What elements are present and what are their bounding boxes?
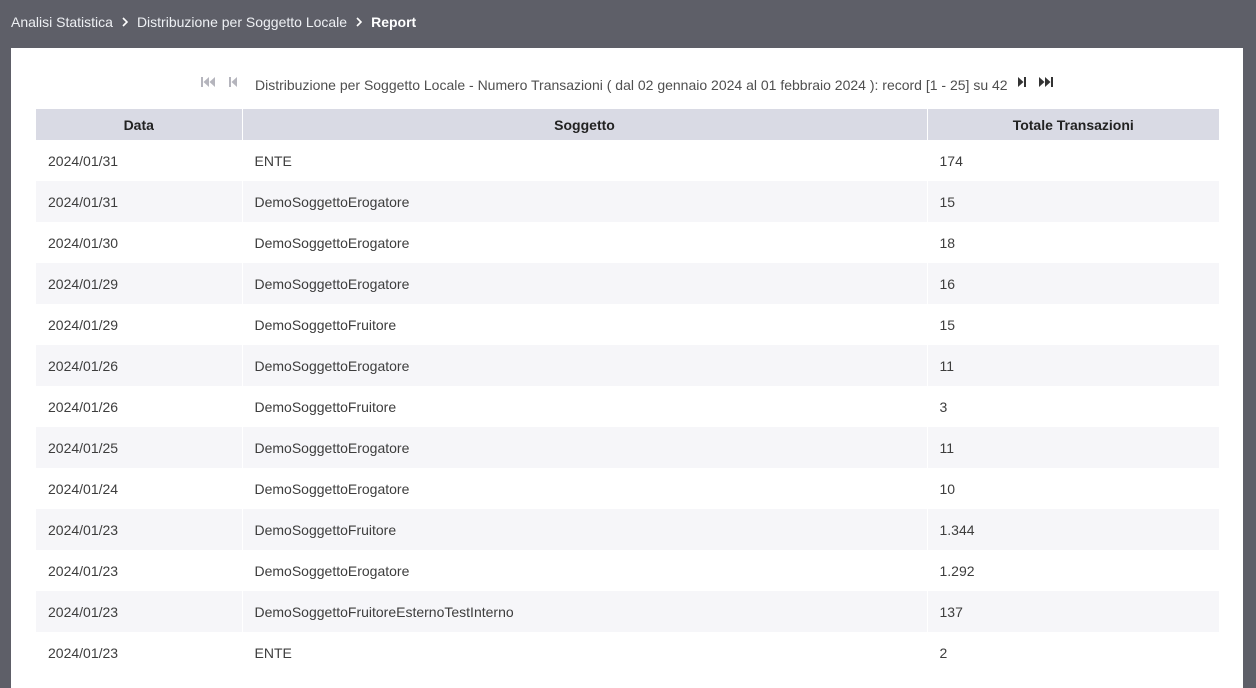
cell-totale-transazioni: 15	[926, 304, 1219, 345]
breadcrumb-current: Report	[371, 14, 417, 30]
cell-totale-transazioni: 16	[926, 263, 1219, 304]
table-row[interactable]: 2024/01/29 DemoSoggettoErogatore 16	[36, 263, 1219, 304]
table-header-row: Data Soggetto Totale Transazioni	[36, 109, 1219, 140]
cell-data: 2024/01/23	[36, 509, 242, 550]
cell-data: 2024/01/31	[36, 181, 242, 222]
cell-data: 2024/01/29	[36, 304, 242, 345]
pagination-info: Distribuzione per Soggetto Locale - Nume…	[255, 77, 1008, 93]
cell-soggetto: DemoSoggettoErogatore	[241, 345, 927, 386]
cell-soggetto: ENTE	[241, 632, 927, 673]
cell-data: 2024/01/24	[36, 468, 242, 509]
table-row[interactable]: 2024/01/26 DemoSoggettoErogatore 11	[36, 345, 1219, 386]
table-row[interactable]: 2024/01/23 DemoSoggettoFruitoreEsternoTes…	[36, 591, 1219, 632]
first-page-icon[interactable]	[201, 75, 215, 89]
previous-page-icon[interactable]	[226, 75, 240, 89]
chevron-right-icon	[113, 17, 137, 27]
cell-soggetto: DemoSoggettoFruitore	[241, 386, 927, 427]
table-row[interactable]: 2024/01/30 DemoSoggettoErogatore 18	[36, 222, 1219, 263]
report-panel: Distribuzione per Soggetto Locale - Nume…	[11, 48, 1243, 688]
cell-soggetto: DemoSoggettoErogatore	[241, 550, 927, 591]
column-header-totale-transazioni[interactable]: Totale Transazioni	[926, 109, 1219, 140]
table-row[interactable]: 2024/01/23 DemoSoggettoErogatore 1.292	[36, 550, 1219, 591]
breadcrumb-analisi-statistica[interactable]: Analisi Statistica	[11, 14, 113, 30]
cell-totale-transazioni: 2	[926, 632, 1219, 673]
breadcrumb-distribuzione[interactable]: Distribuzione per Soggetto Locale	[137, 14, 347, 30]
cell-totale-transazioni: 18	[926, 222, 1219, 263]
cell-totale-transazioni: 174	[926, 140, 1219, 181]
column-header-data[interactable]: Data	[36, 109, 242, 140]
last-page-icon[interactable]	[1039, 75, 1053, 89]
cell-soggetto: DemoSoggettoFruitoreEsternoTestInterno	[241, 591, 927, 632]
chevron-right-icon	[347, 17, 371, 27]
cell-soggetto: DemoSoggettoErogatore	[241, 181, 927, 222]
table-row[interactable]: 2024/01/23 ENTE 2	[36, 632, 1219, 673]
table-row[interactable]: 2024/01/23 DemoSoggettoFruitore 1.344	[36, 509, 1219, 550]
cell-totale-transazioni: 11	[926, 427, 1219, 468]
table-row[interactable]: 2024/01/31 ENTE 174	[36, 140, 1219, 181]
cell-soggetto: DemoSoggettoErogatore	[241, 468, 927, 509]
table-row[interactable]: 2024/01/29 DemoSoggettoFruitore 15	[36, 304, 1219, 345]
cell-totale-transazioni: 3	[926, 386, 1219, 427]
cell-data: 2024/01/30	[36, 222, 242, 263]
column-header-soggetto[interactable]: Soggetto	[241, 109, 927, 140]
cell-totale-transazioni: 1.292	[926, 550, 1219, 591]
table-row[interactable]: 2024/01/24 DemoSoggettoErogatore 10	[36, 468, 1219, 509]
cell-soggetto: ENTE	[241, 140, 927, 181]
cell-totale-transazioni: 11	[926, 345, 1219, 386]
cell-data: 2024/01/29	[36, 263, 242, 304]
cell-totale-transazioni: 1.344	[926, 509, 1219, 550]
cell-totale-transazioni: 15	[926, 181, 1219, 222]
cell-totale-transazioni: 137	[926, 591, 1219, 632]
cell-data: 2024/01/23	[36, 550, 242, 591]
cell-data: 2024/01/23	[36, 632, 242, 673]
table-row[interactable]: 2024/01/31 DemoSoggettoErogatore 15	[36, 181, 1219, 222]
cell-soggetto: DemoSoggettoFruitore	[241, 304, 927, 345]
report-table: Data Soggetto Totale Transazioni 2024/01…	[36, 109, 1219, 673]
cell-data: 2024/01/26	[36, 386, 242, 427]
cell-soggetto: DemoSoggettoErogatore	[241, 427, 927, 468]
pagination-bar: Distribuzione per Soggetto Locale - Nume…	[11, 70, 1243, 100]
cell-soggetto: DemoSoggettoErogatore	[241, 263, 927, 304]
cell-soggetto: DemoSoggettoFruitore	[241, 509, 927, 550]
cell-data: 2024/01/23	[36, 591, 242, 632]
table-row[interactable]: 2024/01/26 DemoSoggettoFruitore 3	[36, 386, 1219, 427]
cell-totale-transazioni: 10	[926, 468, 1219, 509]
table-row[interactable]: 2024/01/25 DemoSoggettoErogatore 11	[36, 427, 1219, 468]
cell-data: 2024/01/31	[36, 140, 242, 181]
cell-data: 2024/01/26	[36, 345, 242, 386]
breadcrumb: Analisi Statistica Distribuzione per Sog…	[0, 0, 1256, 46]
next-page-icon[interactable]	[1015, 75, 1029, 89]
cell-soggetto: DemoSoggettoErogatore	[241, 222, 927, 263]
cell-data: 2024/01/25	[36, 427, 242, 468]
